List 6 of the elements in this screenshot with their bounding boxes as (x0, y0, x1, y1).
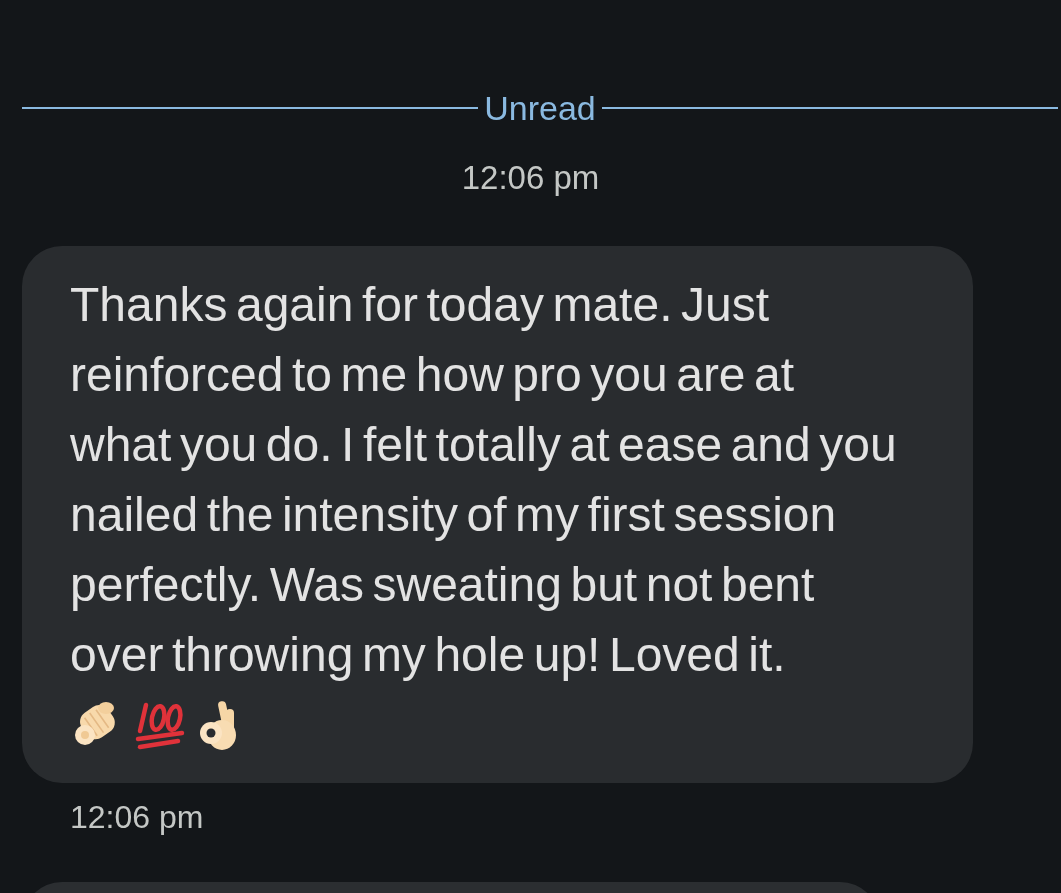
ok-hand-icon (198, 699, 238, 751)
hundred-points-icon (134, 700, 186, 750)
message-text: Thanks again for today mate. Just reinforced to me how pro you are at what you do. I felt totally at ease and you nailed the intensity of my first session perfectly. Was sweating but not bent over throwing my hole up! Loved it. (70, 277, 898, 683)
unread-label: Unread (483, 88, 597, 128)
time-label: 12:06 pm (461, 158, 600, 198)
message-time: 12:06 pm (70, 798, 204, 837)
